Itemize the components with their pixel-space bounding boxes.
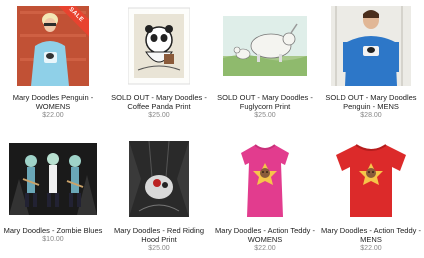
coffee-panda-print-image [128,7,190,85]
product-image[interactable] [128,6,190,86]
product-title[interactable]: Mary Doodles - Zombie Blues [0,226,106,235]
product-price: $22.00 [42,112,64,119]
red-riding-hood-print-image [129,140,189,217]
product-card-red-riding-hood[interactable]: Mary Doodles - Red Riding Hood Print $25… [106,139,212,252]
product-title[interactable]: Mary Doodles - Action Teddy - WOMENS [212,226,318,244]
product-image[interactable] [233,139,297,219]
product-card-action-teddy-mens[interactable]: Mary Doodles - Action Teddy - MENS $22.0… [318,139,424,252]
man-wearing-penguin-shirt-image [331,6,411,86]
product-image[interactable] [129,139,189,219]
product-price: $22.00 [254,245,276,252]
product-image[interactable]: SALE [17,6,89,86]
product-image[interactable] [331,6,411,86]
product-price: $10.00 [42,236,64,243]
product-image[interactable] [332,139,410,219]
product-title[interactable]: SOLD OUT - Mary Doodles - Coffee Panda P… [106,93,212,111]
product-card-penguin-mens[interactable]: SOLD OUT - Mary Doodles Penguin - MENS $… [318,6,424,119]
pink-teddy-shirt-image [241,144,289,217]
product-title[interactable]: Mary Doodles Penguin - WOMENS [0,93,106,111]
product-title[interactable]: Mary Doodles - Red Riding Hood Print [106,226,212,244]
product-card-action-teddy-womens[interactable]: Mary Doodles - Action Teddy - WOMENS $22… [212,139,318,252]
product-image[interactable] [223,6,307,86]
product-price: $25.00 [254,112,276,119]
product-card-penguin-womens[interactable]: SALE Mary Doodles Penguin - WOMENS $22.0… [0,6,106,119]
zombie-blues-art-image [9,143,97,215]
fuglycorn-print-image [223,16,307,76]
product-price: $28.00 [360,112,382,119]
product-price: $25.00 [148,112,170,119]
product-card-coffee-panda[interactable]: SOLD OUT - Mary Doodles - Coffee Panda P… [106,6,212,119]
product-card-zombie-blues[interactable]: Mary Doodles - Zombie Blues $10.00 [0,139,106,243]
red-teddy-shirt-image [336,144,406,217]
product-title[interactable]: Mary Doodles - Action Teddy - MENS [318,226,424,244]
product-card-fuglycorn[interactable]: SOLD OUT - Mary Doodles - Fuglycorn Prin… [212,6,318,119]
product-title[interactable]: SOLD OUT - Mary Doodles Penguin - MENS [318,93,424,111]
product-price: $22.00 [360,245,382,252]
product-grid: SALE Mary Doodles Penguin - WOMENS $22.0… [0,0,424,258]
product-price: $25.00 [148,245,170,252]
product-image[interactable] [9,139,97,219]
product-title[interactable]: SOLD OUT - Mary Doodles - Fuglycorn Prin… [212,93,318,111]
